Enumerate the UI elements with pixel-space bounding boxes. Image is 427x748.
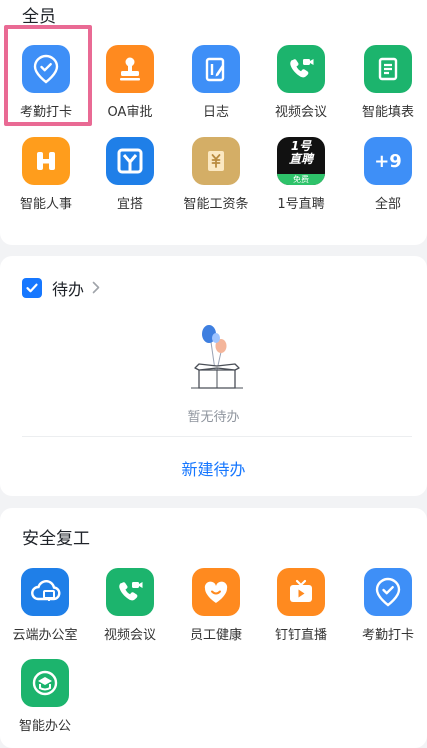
app-video-meeting[interactable]: 视频会议 <box>258 45 344 120</box>
app-label: OA审批 <box>107 105 153 120</box>
notebook-pen-icon <box>192 45 240 93</box>
app-label: 云端办公室 <box>12 628 78 643</box>
app-label: 智能工资条 <box>183 197 249 212</box>
chevron-right-icon <box>92 279 100 298</box>
app-smart-hr[interactable]: 智能人事 <box>3 137 89 212</box>
section-title-all-staff: 全员 <box>22 7 56 27</box>
new-todo-button[interactable]: 新建待办 <box>0 456 427 480</box>
smart-office-icon <box>21 659 69 707</box>
app-label: 全部 <box>374 197 401 212</box>
empty-state-text: 暂无待办 <box>187 410 240 425</box>
zhipin-badge: 免费 <box>277 174 325 185</box>
app-staff-health[interactable]: 员工健康 <box>173 568 259 643</box>
app-label: 员工健康 <box>189 628 242 643</box>
cloud-office-icon <box>21 568 69 616</box>
location-check-icon <box>364 568 412 616</box>
stamp-icon <box>106 45 154 93</box>
app-attendance-2[interactable]: 考勤打卡 <box>345 568 427 643</box>
app-oa-approval[interactable]: OA审批 <box>87 45 173 120</box>
phone-video-icon <box>277 45 325 93</box>
phone-video-icon <box>106 568 154 616</box>
app-label: 智能填表 <box>361 105 414 120</box>
app-label: 日志 <box>202 105 229 120</box>
app-yida[interactable]: 宜搭 <box>87 137 173 212</box>
app-smart-form[interactable]: 智能填表 <box>345 45 427 120</box>
divider <box>22 436 412 437</box>
checkbox-icon <box>22 278 42 298</box>
app-label: 宜搭 <box>116 197 143 212</box>
empty-gift-balloons-icon <box>187 324 247 398</box>
app-1hao-zhipin[interactable]: 1号 直聘 免费 1号直聘 <box>258 137 344 212</box>
todo-card: 待办 暂无待办 新建待办 <box>0 256 427 496</box>
yida-icon <box>106 137 154 185</box>
app-cloud-office[interactable]: 云端办公室 <box>2 568 88 643</box>
app-label: 钉钉直播 <box>274 628 327 643</box>
more-count-icon: +9 <box>364 137 412 185</box>
heart-smile-icon <box>192 568 240 616</box>
app-label: 智能人事 <box>19 197 72 212</box>
zhipin-logo-icon: 1号 直聘 免费 <box>277 137 325 185</box>
app-all[interactable]: +9 全部 <box>345 137 427 212</box>
app-label: 视频会议 <box>274 105 327 120</box>
hr-h-icon <box>22 137 70 185</box>
safe-return-card: 安全复工 云端办公室 视频会议 员工健康 钉钉直播 考勤打卡 智能办公 <box>0 508 427 748</box>
app-label: 智能办公 <box>18 719 71 734</box>
live-tv-icon <box>277 568 325 616</box>
app-label: 考勤打卡 <box>361 628 414 643</box>
app-smart-payslip[interactable]: 智能工资条 <box>173 137 259 212</box>
more-count-text: +9 <box>374 150 402 172</box>
highlight-box <box>4 25 92 126</box>
todo-header[interactable]: 待办 <box>22 276 100 300</box>
section-title-safe-return: 安全复工 <box>22 529 90 549</box>
app-video-meeting-2[interactable]: 视频会议 <box>87 568 173 643</box>
zhipin-logo-mid: 直聘 <box>288 152 313 166</box>
app-dingtalk-live[interactable]: 钉钉直播 <box>258 568 344 643</box>
app-label: 1号直聘 <box>277 197 325 212</box>
todo-title: 待办 <box>52 280 85 299</box>
scroll-form-icon <box>364 45 412 93</box>
app-log[interactable]: 日志 <box>173 45 259 120</box>
payslip-icon <box>192 137 240 185</box>
app-label: 视频会议 <box>103 628 156 643</box>
app-smart-office[interactable]: 智能办公 <box>2 659 88 734</box>
